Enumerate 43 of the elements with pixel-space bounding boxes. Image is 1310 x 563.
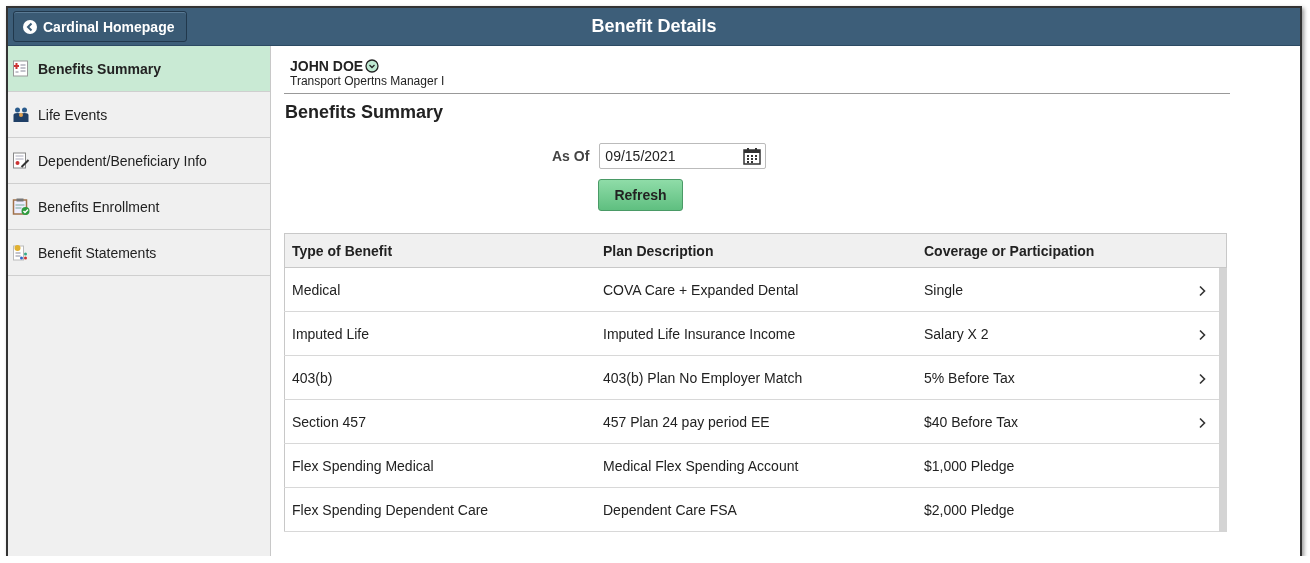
scrollbar[interactable]: [1218, 267, 1227, 532]
refresh-button[interactable]: Refresh: [598, 179, 683, 211]
table-cell: $1,000 Pledge: [917, 443, 1197, 488]
report-icon: [12, 244, 30, 261]
employee-name: JOHN DOE: [290, 58, 364, 74]
sidebar-item[interactable]: Life Events: [8, 92, 270, 138]
form-icon: [12, 152, 30, 169]
sidebar-item[interactable]: Dependent/Beneficiary Info: [8, 138, 270, 184]
clipboard-icon: [12, 198, 30, 215]
table-cell: Medical: [284, 267, 596, 312]
people-icon: [12, 106, 30, 123]
table-cell: 403(b): [284, 355, 596, 400]
table-cell: Dependent Care FSA: [596, 487, 917, 532]
table-cell: Single: [917, 267, 1197, 312]
job-title: Transport Opertns Manager I: [290, 74, 446, 88]
column-header: Plan Description: [596, 233, 917, 268]
calendar-icon[interactable]: [743, 147, 762, 165]
sidebar-item[interactable]: Benefits Enrollment: [8, 184, 270, 230]
table-cell: Imputed Life Insurance Income: [596, 311, 917, 356]
list-icon: [12, 60, 30, 77]
date-field[interactable]: 09/15/2021: [599, 143, 767, 169]
section-title: Benefits Summary: [285, 102, 445, 123]
table-cell: Flex Spending Dependent Care: [284, 487, 596, 532]
table-cell: $40 Before Tax: [917, 399, 1197, 444]
table-cell: Imputed Life: [284, 311, 596, 356]
dropdown-icon[interactable]: [365, 59, 380, 73]
table-cell: 5% Before Tax: [917, 355, 1197, 400]
table-cell: 403(b) Plan No Employer Match: [596, 355, 917, 400]
table-cell: 457 Plan 24 pay period EE: [596, 399, 917, 444]
table-cell: Section 457: [284, 399, 596, 444]
back-button[interactable]: Cardinal Homepage: [13, 11, 188, 42]
table-cell: Salary X 2: [917, 311, 1197, 356]
table-cell: $2,000 Pledge: [917, 487, 1197, 532]
field-label: As Of: [552, 148, 590, 164]
table-cell: Flex Spending Medical: [284, 443, 596, 488]
sidebar-item[interactable]: Benefits Summary: [8, 46, 270, 92]
column-header: Type of Benefit: [284, 233, 596, 268]
sidebar-item[interactable]: Benefit Statements: [8, 230, 270, 276]
page-header-title: Benefit Details: [591, 16, 717, 36]
table-cell: Medical Flex Spending Account: [596, 443, 917, 488]
column-header: Coverage or Participation: [917, 233, 1227, 268]
back-icon: [23, 19, 37, 34]
table-cell: COVA Care + Expanded Dental: [596, 267, 917, 312]
